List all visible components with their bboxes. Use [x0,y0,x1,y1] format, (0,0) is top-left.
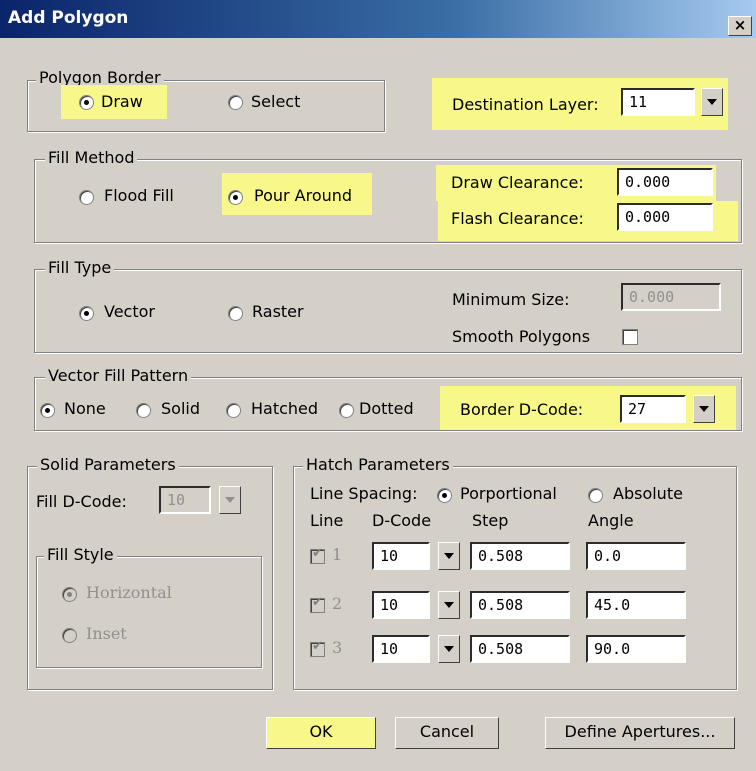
line-spacing-label: Line Spacing: [310,484,418,503]
destination-layer-label: Destination Layer: [452,95,599,114]
line1-dcode-dropdown[interactable] [438,542,460,570]
flash-clearance-field[interactable]: 0.000 [617,203,713,231]
border-dcode-dropdown[interactable] [693,395,715,423]
pattern-solid-radio[interactable] [136,403,151,418]
cancel-button[interactable]: Cancel [395,717,499,749]
draw-radio[interactable] [79,95,94,110]
vector-fill-pattern-legend: Vector Fill Pattern [45,366,192,385]
line1-number: 1 [332,545,343,564]
border-dcode-label: Border D-Code: [460,400,584,419]
pour-around-radio[interactable] [228,190,243,205]
line1-step-field[interactable]: 0.508 [470,542,570,570]
line3-dcode-field[interactable]: 10 [372,635,430,663]
vector-label: Vector [104,302,155,321]
define-apertures-button[interactable]: Define Apertures... [545,717,735,749]
select-label: Select [251,92,301,111]
pour-around-label: Pour Around [254,186,353,205]
line3-checkbox[interactable]: ✔ [310,639,325,657]
proportional-label: Porportional [460,484,557,503]
line1-checkbox[interactable]: ✔ [310,546,325,564]
pattern-hatched-label: Hatched [251,399,319,418]
select-radio[interactable] [228,95,243,110]
destination-layer-field[interactable]: 11 [621,88,695,116]
fill-dcode-dropdown[interactable] [219,486,241,514]
pattern-dotted-radio[interactable] [339,403,354,418]
line2-dcode-field[interactable]: 10 [372,591,430,619]
line2-step-field[interactable]: 0.508 [470,591,570,619]
solid-parameters-legend: Solid Parameters [37,455,179,474]
horizontal-label: Horizontal [86,583,172,602]
line3-step-field[interactable]: 0.508 [470,635,570,663]
header-step: Step [472,511,509,530]
draw-label: Draw [101,92,143,111]
pattern-hatched-radio[interactable] [226,403,241,418]
pattern-none-label: None [64,399,106,418]
fill-dcode-field[interactable]: 10 [159,486,211,514]
draw-clearance-label: Draw Clearance: [451,173,584,192]
smooth-polygons-label: Smooth Polygons [452,327,591,346]
absolute-label: Absolute [613,484,683,503]
proportional-radio[interactable] [437,488,452,503]
line2-angle-field[interactable]: 45.0 [586,591,686,619]
pattern-solid-label: Solid [161,399,200,418]
ok-button[interactable]: OK [266,717,376,749]
line1-dcode-field[interactable]: 10 [372,542,430,570]
line3-dcode-dropdown[interactable] [438,635,460,663]
line2-checkbox[interactable]: ✔ [310,595,325,613]
border-dcode-field[interactable]: 27 [620,395,686,423]
inset-label: Inset [86,624,127,643]
fill-style-legend: Fill Style [44,545,117,564]
horizontal-radio[interactable] [62,587,77,602]
fill-dcode-label: Fill D-Code: [36,492,127,511]
fill-type-legend: Fill Type [45,258,115,277]
minimum-size-label: Minimum Size: [452,290,570,309]
absolute-radio[interactable] [588,488,603,503]
pattern-none-radio[interactable] [40,403,55,418]
pattern-dotted-label: Dotted [359,399,414,418]
line2-number: 2 [332,594,343,613]
close-button[interactable]: × [728,16,752,36]
header-angle: Angle [588,511,634,530]
flood-fill-radio[interactable] [79,190,94,205]
fill-method-legend: Fill Method [45,148,138,167]
header-dcode: D-Code [372,511,432,530]
line1-angle-field[interactable]: 0.0 [586,542,686,570]
destination-layer-dropdown[interactable] [701,88,723,116]
raster-radio[interactable] [228,306,243,321]
inset-radio[interactable] [62,628,77,643]
flash-clearance-label: Flash Clearance: [451,209,584,228]
vector-radio[interactable] [79,306,94,321]
draw-clearance-field[interactable]: 0.000 [617,168,713,196]
smooth-polygons-checkbox[interactable] [622,329,638,345]
window-title: Add Polygon [8,8,129,28]
fill-style-group [36,556,262,668]
line2-dcode-dropdown[interactable] [438,591,460,619]
hatch-parameters-legend: Hatch Parameters [303,455,453,474]
line3-angle-field[interactable]: 90.0 [586,635,686,663]
line3-number: 3 [332,638,343,657]
header-line: Line [310,511,344,530]
raster-label: Raster [252,302,304,321]
flood-fill-label: Flood Fill [104,186,174,205]
minimum-size-field[interactable]: 0.000 [621,283,721,311]
